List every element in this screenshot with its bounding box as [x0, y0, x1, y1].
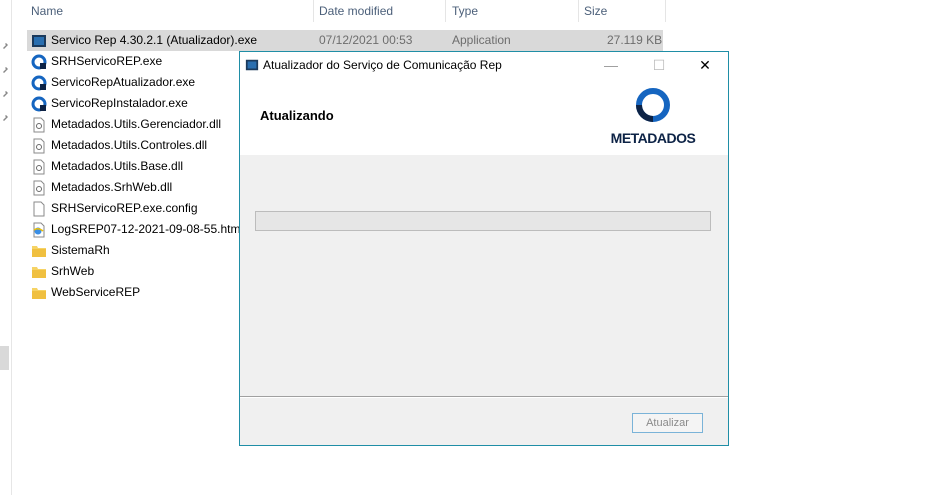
file-name: Metadados.Utils.Base.dll	[51, 159, 184, 173]
minimize-button[interactable]: —	[588, 52, 634, 78]
file-name: Servico Rep 4.30.2.1 (Atualizador).exe	[51, 33, 258, 47]
file-name: Metadados.Utils.Gerenciador.dll	[51, 117, 222, 131]
navigation-scrollbar[interactable]	[0, 346, 9, 370]
navigation-pane-strip	[0, 0, 12, 495]
metadados-exe-icon	[31, 54, 47, 70]
column-header-date[interactable]: Date modified	[319, 0, 393, 22]
dll-file-icon	[33, 138, 45, 154]
file-name: Metadados.SrhWeb.dll	[51, 180, 173, 194]
folder-name: SistemaRh	[51, 243, 110, 257]
column-header-name[interactable]: Name	[31, 0, 63, 22]
folder-icon	[32, 246, 46, 257]
metadados-exe-icon	[31, 96, 47, 112]
header-title: Atualizando	[260, 108, 334, 123]
dll-file-icon	[33, 180, 45, 196]
folder-icon	[32, 267, 46, 278]
column-header-type[interactable]: Type	[452, 0, 478, 22]
maximize-button[interactable]: ☐	[636, 52, 682, 78]
dialog-header: Atualizando METADADOS	[240, 78, 728, 155]
file-name: ServicoRepAtualizador.exe	[51, 75, 196, 89]
folder-name: WebServiceREP	[51, 285, 141, 299]
file-date: 07/12/2021 00:53	[319, 33, 413, 47]
dll-file-icon	[33, 117, 45, 133]
metadados-exe-icon	[31, 75, 47, 91]
config-file-icon	[33, 201, 45, 217]
update-button[interactable]: Atualizar	[632, 413, 703, 433]
pin-icon[interactable]	[1, 66, 9, 74]
column-header-size[interactable]: Size	[584, 0, 607, 22]
folder-icon	[32, 288, 46, 299]
file-name: SRHServicoREP.exe.config	[51, 201, 198, 215]
progress-bar	[255, 211, 711, 231]
app-exe-icon	[245, 59, 259, 71]
column-divider[interactable]	[313, 0, 314, 22]
pin-icon[interactable]	[1, 42, 9, 50]
footer-divider-highlight	[240, 397, 728, 398]
html-file-icon	[33, 222, 45, 238]
folder-name: SrhWeb	[51, 264, 95, 278]
pin-icon[interactable]	[1, 90, 9, 98]
column-divider[interactable]	[578, 0, 579, 22]
file-row-servico-rep-atualizador[interactable]: Servico Rep 4.30.2.1 (Atualizador).exe 0…	[27, 30, 663, 51]
file-name: Metadados.Utils.Controles.dll	[51, 138, 208, 152]
file-name: SRHServicoREP.exe	[51, 54, 163, 68]
dialog-title: Atualizador do Serviço de Comunicação Re…	[263, 58, 502, 72]
column-divider[interactable]	[665, 0, 666, 22]
column-divider[interactable]	[445, 0, 446, 22]
metadados-logo: METADADOS	[606, 86, 700, 148]
close-button[interactable]: ✕	[682, 52, 728, 78]
dialog-titlebar[interactable]: Atualizador do Serviço de Comunicação Re…	[240, 52, 728, 78]
file-size: 27.119 KB	[607, 33, 663, 47]
updater-dialog: Atualizador do Serviço de Comunicação Re…	[239, 51, 729, 446]
file-type: Application	[452, 33, 511, 47]
logo-text: METADADOS	[611, 130, 696, 146]
app-exe-icon	[32, 35, 46, 47]
file-name: LogSREP07-12-2021-09-08-55.html	[51, 222, 244, 236]
dll-file-icon	[33, 159, 45, 175]
pin-icon[interactable]	[1, 114, 9, 122]
metadados-logo-icon: METADADOS	[611, 88, 696, 146]
file-name: ServicoRepInstalador.exe	[51, 96, 188, 110]
